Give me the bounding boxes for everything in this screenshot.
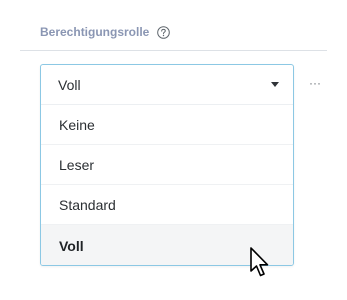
permission-role-label: Berechtigungsrolle: [40, 25, 150, 39]
dropdown-option-standard[interactable]: Standard: [41, 185, 293, 225]
select-current-value: Voll: [58, 76, 81, 93]
more-horizontal-icon[interactable]: ···: [306, 76, 324, 90]
caret-down-icon: [271, 82, 279, 87]
dropdown-option-leser[interactable]: Leser: [41, 145, 293, 185]
dropdown-option-keine[interactable]: Keine: [41, 105, 293, 145]
permission-role-label-row: Berechtigungsrolle: [40, 24, 171, 40]
header-divider: [20, 50, 327, 51]
option-label: Voll: [59, 237, 84, 254]
option-label: Keine: [59, 116, 95, 133]
question-circle-icon[interactable]: [157, 25, 171, 39]
option-label: Leser: [59, 156, 95, 173]
option-label: Standard: [59, 196, 116, 213]
permission-role-dropdown[interactable]: Voll Keine Leser Standard Voll: [40, 64, 294, 266]
permission-role-select[interactable]: Voll: [41, 65, 293, 105]
mouse-pointer-icon: [250, 247, 269, 277]
permission-role-page: Berechtigungsrolle Voll Keine Leser Stan…: [0, 0, 347, 300]
